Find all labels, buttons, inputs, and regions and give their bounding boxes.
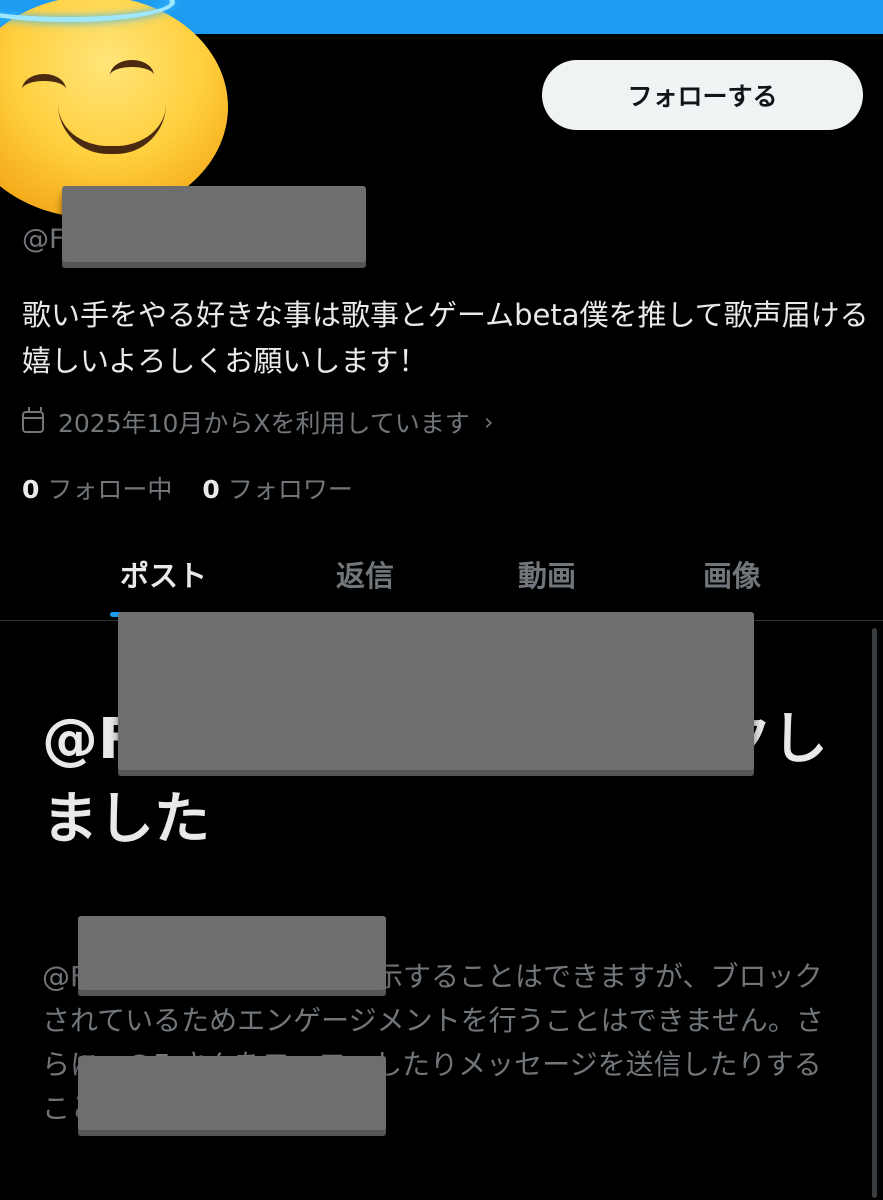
follow-stats: 0 フォロー中 0 フォロワー: [22, 470, 383, 506]
following-label: フォロー中: [47, 475, 173, 504]
left-eye: [22, 74, 66, 105]
following-stat[interactable]: 0 フォロー中: [22, 470, 172, 506]
chevron-right-icon: ›: [483, 408, 494, 436]
follow-button[interactable]: フォローする: [542, 60, 863, 130]
tab-videos[interactable]: 動画: [518, 553, 576, 595]
redaction-block-body-2: [78, 1056, 386, 1130]
joined-date-row[interactable]: 2025年10月からXを利用しています ›: [22, 404, 493, 440]
redaction-block-body-1: [78, 916, 386, 990]
followers-stat[interactable]: 0 フォロワー: [202, 470, 352, 506]
profile-tabs: ポスト 返信 動画 画像: [0, 545, 883, 615]
tab-posts[interactable]: ポスト: [120, 553, 207, 595]
profile-bio: 歌い手をやる好きな事は歌事とゲームbeta僕を推して歌声届ける嬉しいよろしくお願…: [22, 298, 869, 378]
joined-date-text: 2025年10月からXを利用しています: [58, 409, 470, 438]
redaction-block-name: [62, 186, 366, 262]
followers-label: フォロワー: [227, 475, 353, 504]
right-eye: [110, 60, 154, 91]
redaction-block-title: [118, 612, 754, 770]
followers-count: 0: [202, 475, 220, 504]
profile-handle: @F: [22, 224, 65, 255]
tab-replies[interactable]: 返信: [336, 553, 394, 595]
following-count: 0: [22, 475, 40, 504]
tab-images[interactable]: 画像: [703, 553, 761, 595]
scrollbar[interactable]: [872, 628, 877, 1198]
calendar-icon: [22, 407, 44, 433]
smile: [58, 104, 166, 154]
